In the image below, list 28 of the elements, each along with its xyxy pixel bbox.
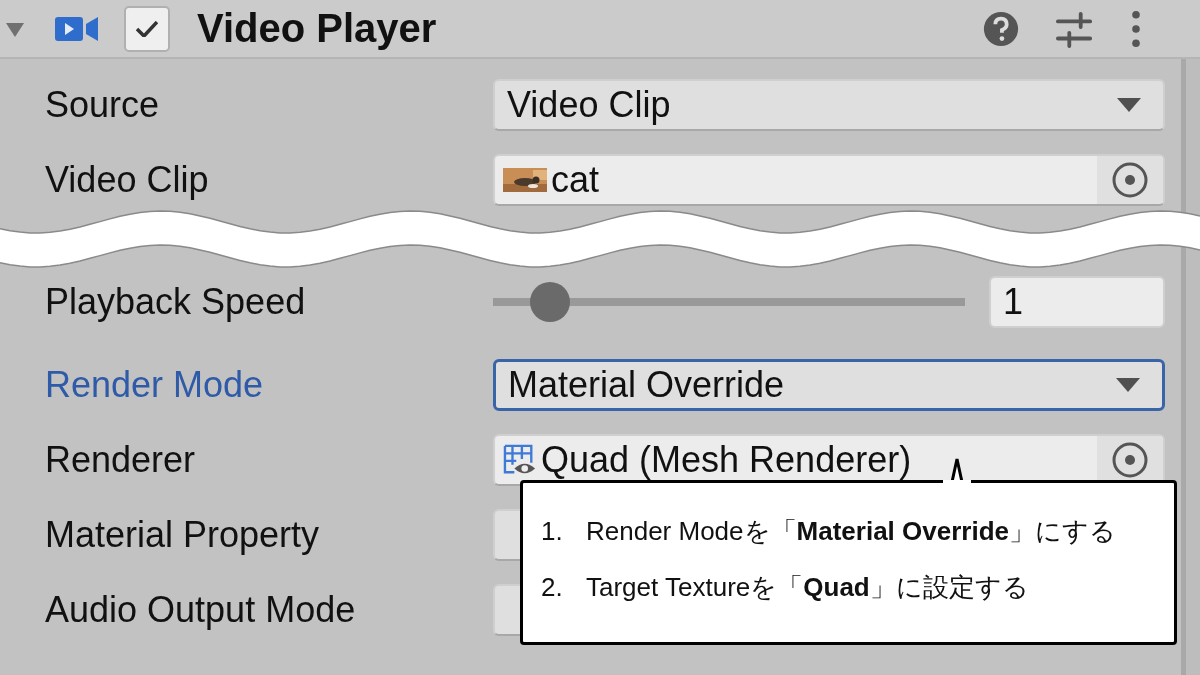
component-title: Video Player bbox=[197, 6, 437, 51]
slider-thumb[interactable] bbox=[529, 281, 570, 322]
property-label: Material Property bbox=[45, 513, 321, 556]
step-text: Target Textureを「Quad」に設定する bbox=[586, 571, 1029, 604]
checkmark-icon bbox=[136, 20, 158, 37]
step-number: 2. bbox=[541, 571, 564, 604]
caret-icon bbox=[1117, 97, 1141, 112]
object-field[interactable]: Quad (Mesh Renderer) bbox=[493, 433, 1165, 486]
preset-settings-icon[interactable] bbox=[1056, 9, 1094, 48]
enabled-checkbox[interactable] bbox=[124, 5, 170, 52]
property-label: Audio Output Mode bbox=[45, 588, 357, 631]
dropdown-field[interactable]: Material Override bbox=[493, 358, 1165, 411]
step-number: 1. bbox=[541, 515, 564, 548]
property-label: Render Mode bbox=[45, 363, 265, 406]
property-label: Video Clip bbox=[45, 158, 210, 201]
number-field[interactable]: 1 bbox=[989, 275, 1165, 328]
target-icon bbox=[1112, 161, 1148, 198]
step-text: Render Modeを「Material Override」にする bbox=[586, 515, 1116, 548]
help-icon[interactable] bbox=[982, 9, 1020, 48]
dropdown-field[interactable]: Video Clip bbox=[493, 78, 1165, 131]
mesh-renderer-icon bbox=[503, 443, 537, 476]
property-label: Renderer bbox=[45, 438, 197, 481]
caret-icon bbox=[1116, 377, 1140, 392]
target-icon bbox=[1112, 441, 1148, 478]
property-label: Playback Speed bbox=[45, 280, 307, 323]
object-field[interactable]: cat bbox=[493, 153, 1165, 206]
property-label: Source bbox=[45, 83, 161, 126]
more-options-icon[interactable] bbox=[1130, 9, 1142, 48]
